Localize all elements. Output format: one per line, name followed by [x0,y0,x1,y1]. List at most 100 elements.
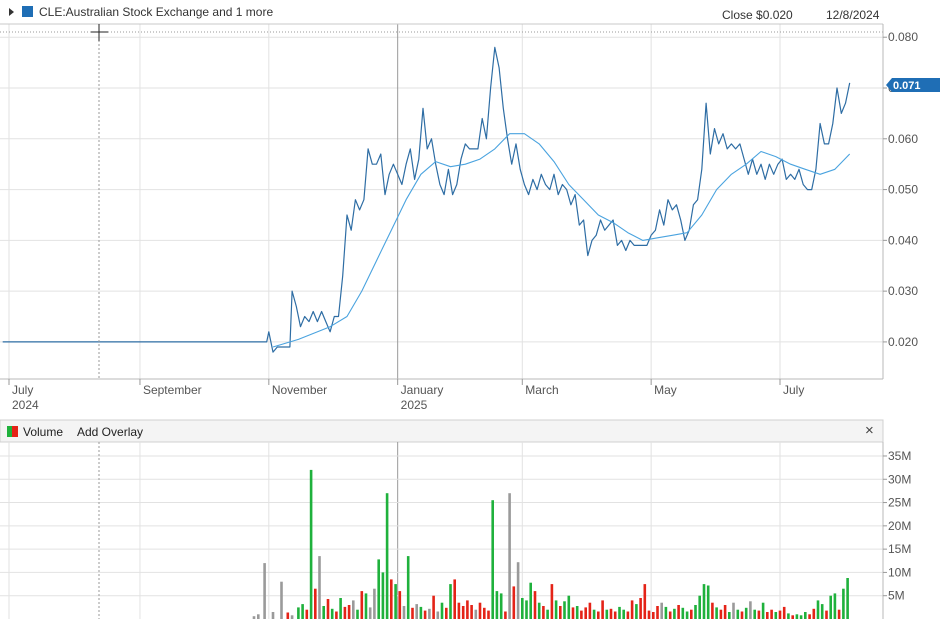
volume-bar [529,582,532,619]
volume-bar [301,604,304,619]
volume-bar [787,613,790,619]
volume-bar [736,609,740,619]
volume-bar [744,607,748,619]
volume-bar [829,595,832,619]
volume-bar [356,609,359,619]
volume-bar [411,607,414,619]
price-y-tick-label: 0.040 [888,233,918,247]
close-label: Close $0.020 [722,8,793,22]
volume-bar [478,602,482,619]
volume-bar [263,563,266,619]
price-x-tick-label: September [143,383,202,397]
volume-bar [605,609,609,619]
volume-bar [833,593,837,619]
volume-bar [495,591,499,619]
volume-bar [257,614,260,619]
symbol-label[interactable]: CLE:Australian Stock Exchange and 1 more [39,5,273,19]
volume-bar [816,600,820,619]
volume-y-tick-label: 30M [888,472,911,486]
volume-bar [622,609,625,619]
volume-y-tick-label: 20M [888,519,911,533]
price-x-tick-year: 2024 [12,398,39,412]
volume-bar [664,606,668,619]
volume-bars-group [252,469,849,619]
current-price-label: 0.071 [893,80,921,92]
volume-bar [820,604,824,619]
volume-bar [842,588,845,619]
volume-bar [432,595,435,619]
volume-bar [474,609,478,619]
chart-header: CLE:Australian Stock Exchange and 1 more… [9,5,880,22]
volume-bar [314,588,317,619]
volume-bar [597,611,600,619]
price-x-tick-label: November [272,383,327,397]
volume-bar [309,469,313,619]
volume-bar [656,606,659,619]
volume-bar [449,584,452,619]
volume-bar [330,608,334,619]
price-y-tick-label: 0.020 [888,335,918,349]
volume-bar [352,600,355,619]
volume-bar [799,615,803,619]
volume-bar [381,572,385,619]
volume-bar [406,556,410,619]
volume-bar [499,593,503,619]
volume-panel[interactable]: Volume Add Overlay × 35M 30M 25M 20M 15M 10M 5… [0,419,911,619]
volume-bar [825,610,828,619]
volume-bar [546,609,549,619]
volume-bar [318,556,321,619]
volume-bar [347,605,351,619]
volume-y-tick-label: 35M [888,449,911,463]
price-panel[interactable]: 0.0800.0700.0600.0500.0400.0300.020 July… [0,23,940,412]
volume-bar [402,606,406,619]
volume-bar [584,607,587,619]
volume-bar [457,602,461,619]
volume-bar [305,609,309,619]
volume-bar [740,611,744,619]
price-x-tick-label: March [525,383,558,397]
volume-bar [609,608,613,619]
volume-bar [483,607,486,619]
volume-bar [719,609,723,619]
expand-triangle-icon[interactable] [9,8,14,16]
volume-y-tick-label: 25M [888,496,911,510]
volume-bar [613,611,617,619]
volume-bar [286,612,290,619]
volume-bar [516,562,520,619]
volume-bar [571,607,575,619]
volume-bar [732,602,735,619]
volume-bar [618,606,621,619]
volume-bar [588,602,592,619]
volume-grid [0,442,883,619]
price-x-tick-label: July [783,383,804,397]
add-overlay-button[interactable]: Add Overlay [77,425,143,439]
volume-bar [728,612,731,619]
volume-bar [782,606,786,619]
volume-bar [795,614,799,619]
price-y-tick-label: 0.060 [888,132,918,146]
volume-bar [601,600,604,619]
volume-bar [563,601,566,619]
volume-bar [715,607,718,619]
volume-bar [770,609,773,619]
volume-bar [812,608,816,619]
volume-bar [512,586,516,619]
volume-bar [660,602,663,619]
volume-bar [335,611,338,619]
volume-bar [685,611,689,619]
volume-bar [761,602,765,619]
volume-bar [423,610,427,619]
volume-bar [339,598,342,619]
volume-bar [398,591,402,619]
volume-bar [394,584,397,619]
volume-y-tick-label: 15M [888,542,911,556]
volume-bar [706,585,710,619]
volume-bar [804,612,807,619]
volume-bar [373,588,376,619]
close-volume-panel-button[interactable]: × [865,422,874,439]
volume-bar [377,559,380,619]
volume-y-tick-label: 10M [888,565,911,579]
volume-bar [415,604,418,619]
price-x-tick-label: May [654,383,677,397]
volume-bar [504,611,507,619]
